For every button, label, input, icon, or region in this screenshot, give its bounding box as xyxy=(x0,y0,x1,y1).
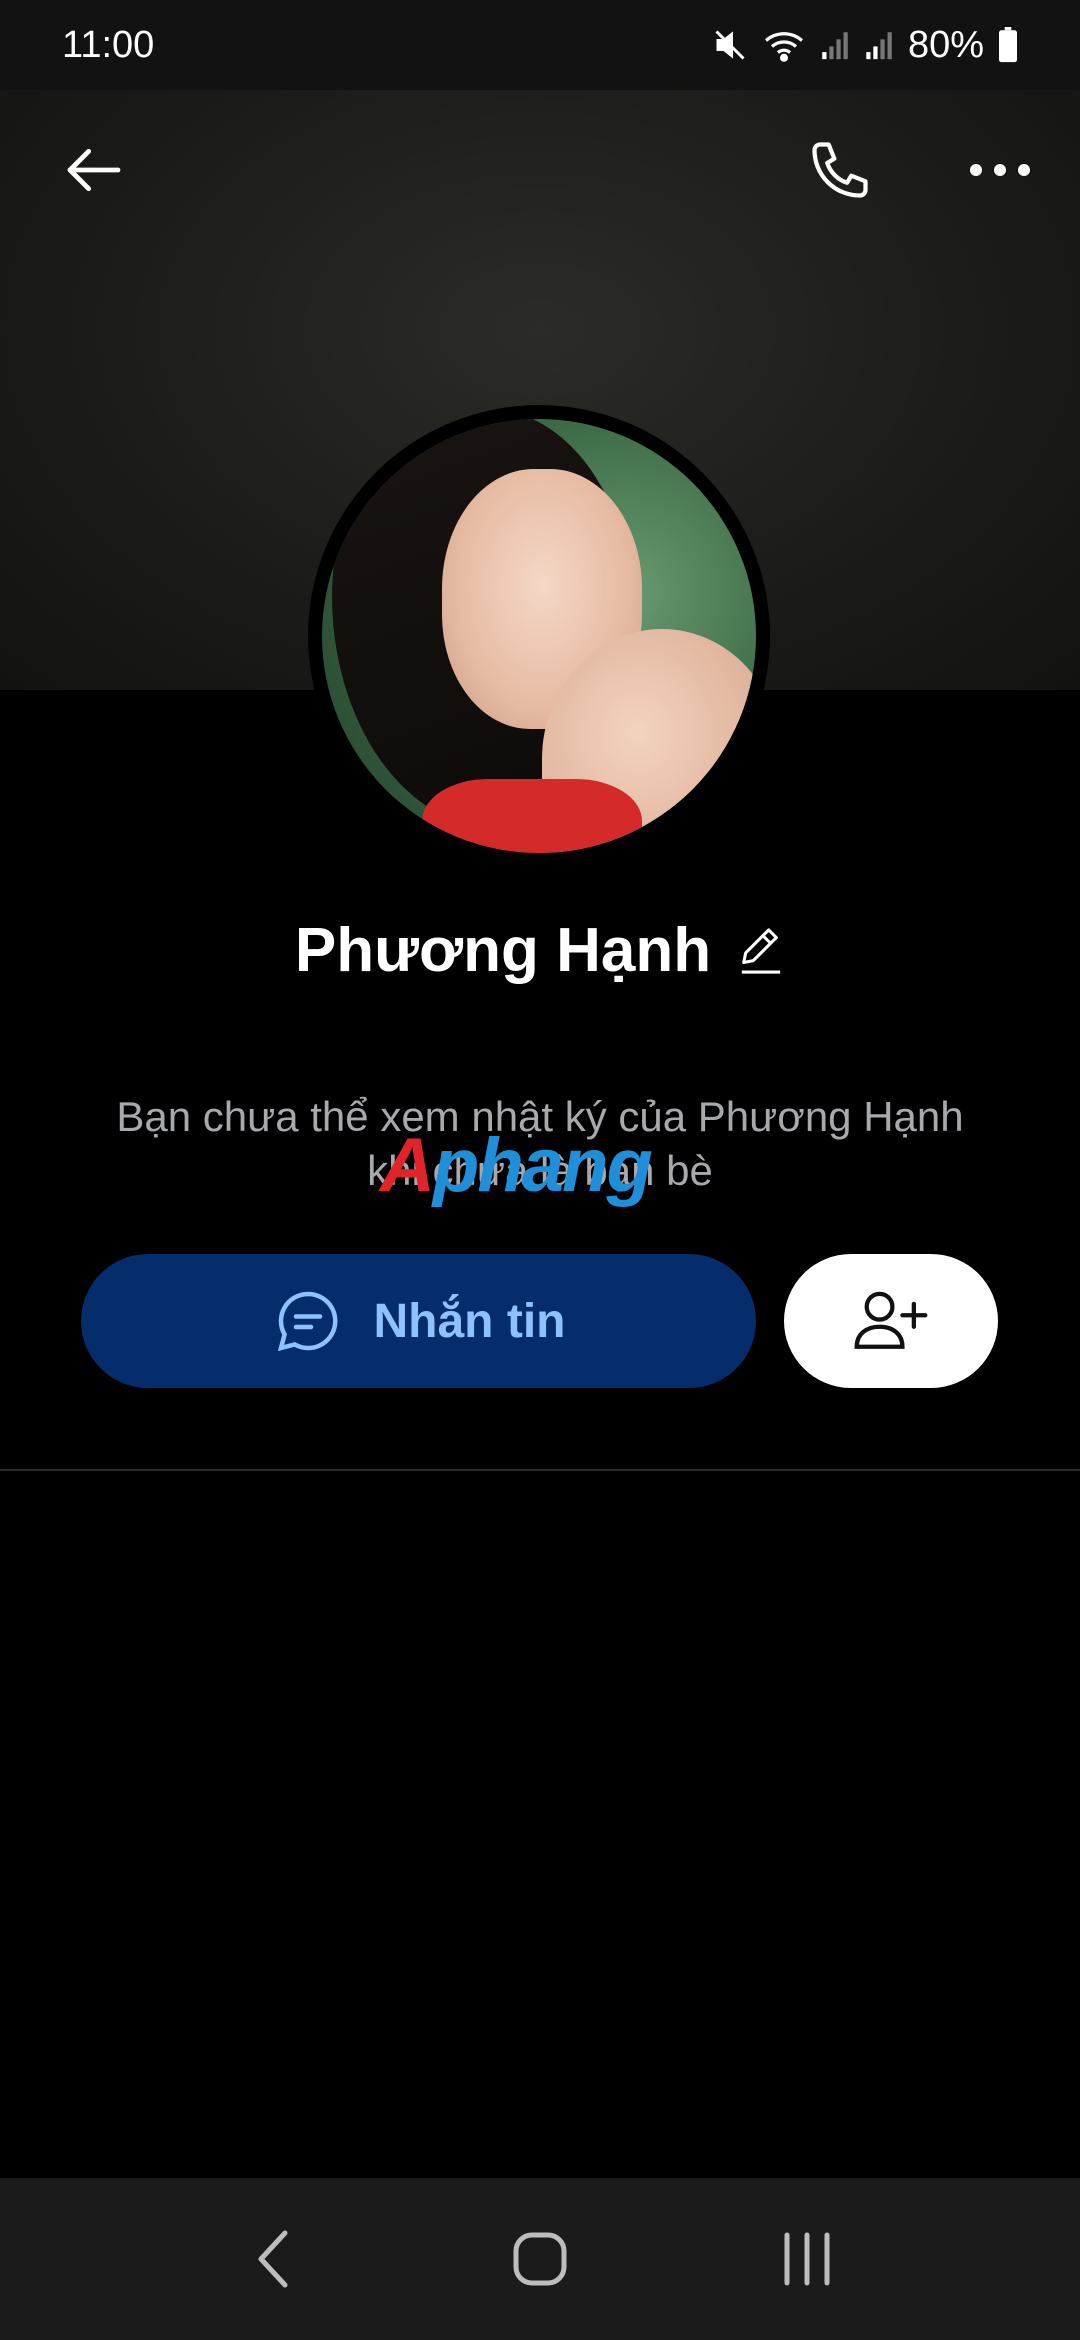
profile-name-row: Phương Hạnh xyxy=(0,915,1080,986)
edit-name-button[interactable] xyxy=(737,927,785,975)
back-arrow-icon xyxy=(67,148,121,192)
add-user-icon xyxy=(854,1291,928,1349)
status-icons: 80% xyxy=(712,24,1018,67)
system-nav-bar xyxy=(0,2178,1080,2340)
nav-home-button[interactable] xyxy=(495,2214,585,2304)
nav-back-button[interactable] xyxy=(228,2214,318,2304)
chat-bubble-icon xyxy=(277,1291,338,1352)
phone-icon xyxy=(812,142,868,198)
profile-name: Phương Hạnh xyxy=(294,916,712,985)
battery-percent: 80% xyxy=(907,23,984,66)
status-time: 11:00 xyxy=(62,23,155,66)
battery-icon xyxy=(998,27,1018,63)
nav-recents-button[interactable] xyxy=(762,2214,852,2304)
message-button[interactable]: Nhắn tin xyxy=(81,1254,756,1388)
signal-icon xyxy=(864,28,894,62)
profile-screen: 11:00 80% Phương Hạnh Bạn chưa thể xem n… xyxy=(0,0,1080,2340)
message-button-label: Nhắn tin xyxy=(373,1294,566,1348)
diary-privacy-notice: Bạn chưa thể xem nhật ký của Phương Hạnh… xyxy=(116,1093,964,1194)
pencil-icon xyxy=(741,927,781,974)
divider xyxy=(0,1469,1080,1471)
more-options-button[interactable] xyxy=(958,130,1042,210)
add-friend-button[interactable] xyxy=(784,1254,998,1388)
call-button[interactable] xyxy=(800,130,880,210)
mute-icon xyxy=(712,27,748,63)
avatar-photo xyxy=(322,419,756,853)
back-button[interactable] xyxy=(54,130,134,210)
nav-recents-icon xyxy=(784,2232,830,2286)
nav-home-icon xyxy=(513,2232,567,2286)
avatar[interactable] xyxy=(308,405,770,867)
status-bar: 11:00 80% xyxy=(0,0,1080,90)
signal-icon xyxy=(820,28,850,62)
wifi-icon xyxy=(762,27,806,63)
more-icon xyxy=(970,164,1030,176)
nav-back-icon xyxy=(258,2230,288,2288)
